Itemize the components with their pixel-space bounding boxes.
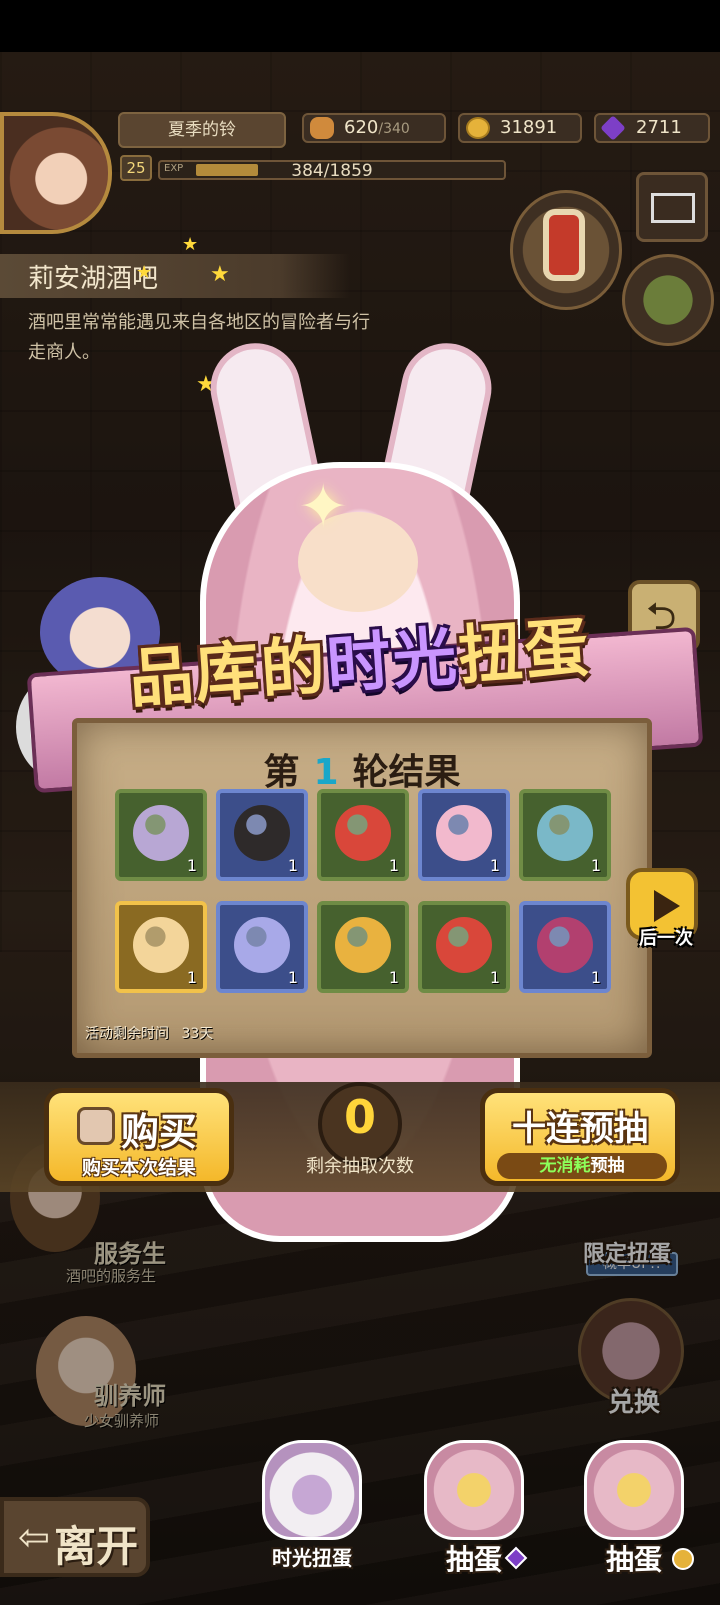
round-suffix: 轮结果 bbox=[352, 752, 461, 793]
gem-counter[interactable]: 2711 bbox=[594, 113, 710, 143]
buy-button[interactable]: 购买 购买本次结果 bbox=[44, 1088, 234, 1186]
golden-egg-icon bbox=[335, 917, 391, 973]
result-slot[interactable]: 1 bbox=[216, 901, 308, 993]
exclamation-icon bbox=[549, 215, 579, 275]
ten-pull-preview-button[interactable]: 十连预抽 无消耗预抽 bbox=[480, 1088, 680, 1186]
buy-subtitle: 购买本次结果 bbox=[81, 1157, 196, 1179]
result-slot[interactable]: 1 bbox=[115, 789, 207, 881]
bread-icon bbox=[310, 117, 334, 139]
result-slot[interactable]: 1 bbox=[317, 901, 409, 993]
results-panel: 第 1 轮结果 1111111111 活动剩余时间 33天 bbox=[72, 718, 652, 1058]
purple-gem-icon bbox=[600, 115, 626, 141]
status-bar bbox=[0, 0, 720, 52]
item-quantity: 1 bbox=[590, 968, 601, 987]
star-icon: ★ bbox=[182, 234, 199, 255]
result-slot[interactable]: 1 bbox=[418, 789, 510, 881]
star-icon: ★ bbox=[136, 262, 153, 283]
item-quantity: 1 bbox=[186, 856, 197, 875]
gacha-title-part1: 品库的 bbox=[126, 629, 330, 718]
spiral-shell-icon bbox=[537, 805, 593, 861]
draw-gem-text: 抽蛋 bbox=[445, 1543, 502, 1576]
leave-label: 离开 bbox=[54, 1522, 139, 1571]
gold-cost-icon bbox=[672, 1548, 694, 1570]
item-quantity: 1 bbox=[388, 856, 399, 875]
ten-pull-title: 十连预抽 bbox=[512, 1109, 648, 1149]
sparkle-icon: ✦ bbox=[298, 472, 349, 542]
ten-pull-subtitle: 无消耗预抽 bbox=[497, 1153, 667, 1179]
star-icon: ★ bbox=[210, 262, 230, 287]
pink-jelly-icon bbox=[436, 805, 492, 861]
draw-gold-button[interactable]: 抽蛋 bbox=[570, 1430, 698, 1576]
exp-text: 384/1859 bbox=[291, 161, 373, 181]
time-gacha-label: 时光扭蛋 bbox=[272, 1546, 352, 1570]
result-slot[interactable]: 1 bbox=[317, 789, 409, 881]
egg-machine-icon bbox=[584, 1440, 684, 1540]
stamina-counter[interactable]: 620/340 bbox=[302, 113, 446, 143]
draw-gem-button[interactable]: 抽蛋 bbox=[410, 1430, 538, 1576]
remaining-count: 0 bbox=[343, 1090, 376, 1144]
envelope-icon bbox=[651, 193, 695, 223]
player-level: 25 bbox=[120, 155, 152, 181]
event-time-label: 活动剩余时间 bbox=[85, 1026, 169, 1042]
stamina-max: /340 bbox=[378, 121, 410, 137]
exp-bar: EXP 384/1859 bbox=[158, 160, 506, 181]
ten-pull-free: 无消耗 bbox=[539, 1156, 591, 1176]
result-slot[interactable]: 1 bbox=[216, 789, 308, 881]
round-number: 1 bbox=[313, 752, 339, 793]
play-triangle-icon bbox=[654, 890, 680, 922]
item-quantity: 1 bbox=[489, 856, 500, 875]
item-quantity: 1 bbox=[489, 968, 500, 987]
dark-bird-icon bbox=[234, 805, 290, 861]
gold-coin-icon bbox=[466, 117, 490, 139]
stamina-value: 620 bbox=[344, 117, 379, 138]
buy-pouch-icon bbox=[77, 1107, 115, 1145]
round-prefix: 第 bbox=[263, 752, 300, 793]
tiger-fur-icon bbox=[133, 917, 189, 973]
gold-value: 31891 bbox=[500, 117, 558, 138]
player-name: 夏季的铃 bbox=[118, 112, 286, 148]
left-arrow-icon: ⇦ bbox=[18, 1515, 50, 1559]
item-quantity: 1 bbox=[186, 968, 197, 987]
backpack-button[interactable] bbox=[622, 254, 714, 346]
time-gacha-button[interactable]: 时光扭蛋 bbox=[248, 1430, 376, 1576]
remaining-label: 剩余抽取次数 bbox=[306, 1156, 414, 1177]
remaining-draws: 0 剩余抽取次数 bbox=[276, 1082, 444, 1192]
buy-title: 购买 bbox=[121, 1110, 198, 1154]
gem-value: 2711 bbox=[636, 117, 682, 138]
event-time: 活动剩余时间 33天 bbox=[85, 1023, 213, 1043]
event-time-days: 33天 bbox=[181, 1026, 214, 1042]
next-round-label: 后一次 bbox=[639, 928, 693, 949]
quest-scroll-button[interactable] bbox=[510, 190, 622, 310]
gacha-title-highlight: 时光 bbox=[324, 620, 462, 704]
draw-gold-text: 抽蛋 bbox=[605, 1543, 662, 1576]
mail-button[interactable] bbox=[636, 172, 708, 242]
shell-bud-icon bbox=[133, 805, 189, 861]
round-title: 第 1 轮结果 bbox=[77, 743, 647, 795]
item-quantity: 1 bbox=[287, 856, 298, 875]
spotted-mushroom-icon bbox=[537, 917, 593, 973]
gold-counter[interactable]: 31891 bbox=[458, 113, 582, 143]
blue-slime-icon bbox=[234, 917, 290, 973]
result-slot[interactable]: 1 bbox=[115, 901, 207, 993]
result-slot[interactable]: 1 bbox=[519, 789, 611, 881]
item-quantity: 1 bbox=[590, 856, 601, 875]
leave-button[interactable]: ⇦ 离开 bbox=[0, 1497, 150, 1577]
red-crab-icon bbox=[335, 805, 391, 861]
red-crab-icon bbox=[436, 917, 492, 973]
egg-machine-icon bbox=[424, 1440, 524, 1540]
item-quantity: 1 bbox=[287, 968, 298, 987]
gacha-title-part2: 扭蛋 bbox=[455, 610, 593, 695]
item-quantity: 1 bbox=[388, 968, 399, 987]
result-slot[interactable]: 1 bbox=[519, 901, 611, 993]
result-slot[interactable]: 1 bbox=[418, 901, 510, 993]
time-gacha-icon bbox=[262, 1440, 362, 1540]
ten-pull-rest: 预抽 bbox=[590, 1156, 625, 1176]
